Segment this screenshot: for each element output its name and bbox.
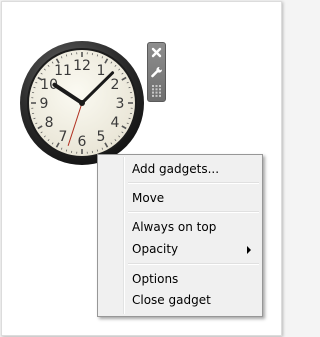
- menu-separator: [128, 211, 259, 213]
- menu-item-label: Add gadgets...: [132, 162, 220, 176]
- clock-numeral: 5: [97, 129, 106, 145]
- clock-numeral: 9: [40, 96, 49, 112]
- menu-item-options[interactable]: Options: [100, 269, 260, 289]
- menu-item-label: Opacity: [132, 242, 179, 256]
- options-button[interactable]: [148, 63, 165, 80]
- menu-item-label: Options: [132, 272, 179, 286]
- clock-numeral: 7: [59, 129, 68, 145]
- menu-item-add-gadgets[interactable]: Add gadgets...: [100, 159, 260, 179]
- clock-numeral: 4: [110, 115, 119, 131]
- drag-handle[interactable]: [148, 82, 165, 99]
- clock-numeral: 1: [97, 63, 106, 79]
- menu-item-label: Close gadget: [132, 293, 211, 307]
- clock-numeral: 3: [116, 96, 125, 112]
- menu-item-close-gadget[interactable]: Close gadget: [100, 290, 260, 310]
- menu-item-always-on-top[interactable]: Always on top: [100, 217, 260, 237]
- gadget-toolbar: [147, 42, 166, 102]
- submenu-arrow-icon: [247, 246, 251, 254]
- close-button[interactable]: [148, 44, 165, 61]
- menu-separator: [128, 182, 259, 184]
- close-icon: [151, 47, 162, 58]
- wrench-icon: [150, 66, 162, 77]
- menu-item-label: Always on top: [132, 220, 217, 234]
- drag-grip-icon: [152, 84, 161, 97]
- clock-gadget[interactable]: 12 1 2 3 4 5 6 7 8 9 10 11: [19, 40, 145, 166]
- clock-numeral: 12: [73, 58, 91, 74]
- clock-numeral: 2: [110, 77, 119, 93]
- context-menu: Add gadgets... Move Always on top Opacit…: [97, 154, 263, 317]
- clock-numeral: 11: [54, 63, 72, 79]
- menu-item-opacity[interactable]: Opacity: [100, 239, 260, 259]
- clock-center-cap: [79, 100, 85, 106]
- menu-separator: [128, 263, 259, 265]
- clock-numeral: 6: [78, 134, 87, 150]
- menu-item-label: Move: [132, 191, 165, 205]
- menu-item-move[interactable]: Move: [100, 188, 260, 208]
- clock-numeral: 8: [45, 115, 54, 131]
- clock-face: 12 1234567891011: [20, 41, 144, 165]
